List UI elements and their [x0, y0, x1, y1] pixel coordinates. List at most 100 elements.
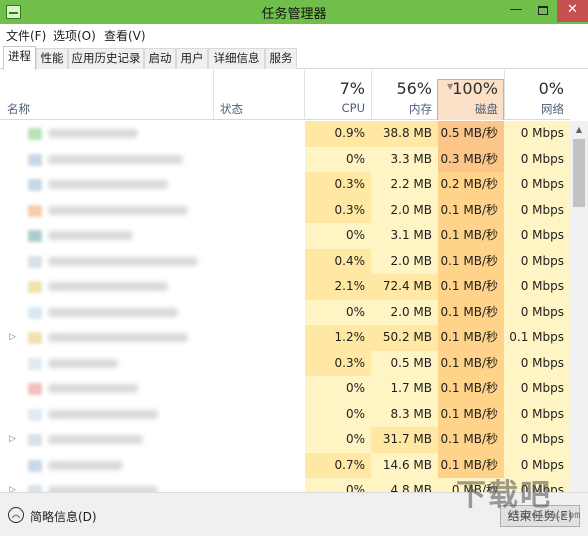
cpu-cell: 0% — [305, 223, 371, 249]
cpu-cell: 2.1% — [305, 274, 371, 300]
scroll-up-icon[interactable]: ▲ — [570, 121, 588, 138]
memory-cell: 14.6 MB — [371, 452, 438, 478]
process-name-blurred — [48, 333, 188, 342]
chevron-up-icon: ︿ — [8, 507, 24, 523]
process-row[interactable]: 0% 1.7 MB 0.1 MB/秒 0 Mbps — [0, 376, 570, 402]
fewer-details-button[interactable]: ︿ 简略信息(D) — [8, 506, 98, 526]
disk-cell: 0.1 MB/秒 — [438, 452, 504, 478]
tab-services[interactable]: 服务 — [265, 48, 297, 69]
menu-options[interactable]: 选项(O) — [53, 27, 96, 44]
process-row[interactable]: 0.9% 38.8 MB 0.5 MB/秒 0 Mbps — [0, 121, 570, 147]
process-icon — [28, 255, 42, 268]
process-icon — [28, 153, 42, 166]
column-cpu[interactable]: CPU — [305, 101, 365, 115]
process-row[interactable]: 0.3% 0.5 MB 0.1 MB/秒 0 Mbps — [0, 350, 570, 376]
memory-cell: 2.0 MB — [371, 197, 438, 223]
process-row[interactable]: 0% 3.3 MB 0.3 MB/秒 0 Mbps — [0, 146, 570, 172]
process-name-blurred — [48, 435, 143, 444]
memory-cell: 0.5 MB — [371, 350, 438, 376]
network-cell: 0.1 Mbps — [504, 325, 570, 351]
process-icon — [28, 357, 42, 370]
process-name-blurred — [48, 358, 118, 368]
network-cell: 0 Mbps — [504, 299, 570, 325]
process-icon — [28, 332, 42, 344]
column-network[interactable]: 网络 — [504, 101, 564, 117]
disk-cell: 0.1 MB/秒 — [438, 299, 504, 325]
fewer-details-label: 简略信息(D) — [30, 510, 97, 524]
process-icon — [28, 459, 42, 472]
memory-cell: 2.0 MB — [371, 248, 438, 274]
column-status[interactable]: 状态 — [220, 101, 243, 117]
process-row[interactable]: 0% 8.3 MB 0.1 MB/秒 0 Mbps — [0, 401, 570, 427]
cpu-cell: 1.2% — [305, 325, 371, 351]
maximize-icon — [538, 6, 548, 15]
cpu-cell: 0.9% — [305, 121, 371, 147]
menu-view[interactable]: 查看(V) — [104, 27, 146, 44]
memory-cell: 4.8 MB — [371, 478, 438, 492]
cpu-cell: 0.7% — [305, 452, 371, 478]
process-list: 0.9% 38.8 MB 0.5 MB/秒 0 Mbps 0% 3.3 MB 0.3 MB/… — [0, 121, 570, 492]
minimize-button[interactable]: — — [503, 0, 529, 22]
memory-percent[interactable]: 56% — [371, 79, 432, 98]
column-memory[interactable]: 内存 — [371, 101, 432, 117]
expand-arrow-icon[interactable]: ▷ — [9, 427, 16, 452]
tab-startup[interactable]: 启动 — [144, 48, 176, 69]
column-disk[interactable]: 磁盘 — [438, 101, 498, 117]
process-name-blurred — [48, 384, 138, 393]
tab-app-history[interactable]: 应用历史记录 — [68, 48, 144, 69]
memory-cell: 8.3 MB — [371, 401, 438, 427]
process-row[interactable]: 2.1% 72.4 MB 0.1 MB/秒 0 Mbps — [0, 274, 570, 300]
memory-cell: 31.7 MB — [371, 427, 438, 453]
memory-cell: 3.1 MB — [371, 223, 438, 249]
memory-cell: 72.4 MB — [371, 274, 438, 300]
process-icon — [28, 281, 42, 293]
process-row[interactable]: ▷ 0% 31.7 MB 0.1 MB/秒 0 Mbps — [0, 427, 570, 453]
disk-cell: 0.1 MB/秒 — [438, 197, 504, 223]
column-name[interactable]: 名称 — [7, 101, 30, 117]
process-row[interactable]: 0% 2.0 MB 0.1 MB/秒 0 Mbps — [0, 299, 570, 325]
footer: ︿ 简略信息(D) 结束任务(E) — [0, 492, 588, 536]
process-row[interactable]: 0.4% 2.0 MB 0.1 MB/秒 0 Mbps — [0, 248, 570, 274]
process-name-blurred — [48, 180, 168, 189]
tab-users[interactable]: 用户 — [176, 48, 208, 69]
disk-cell: 0.1 MB/秒 — [438, 376, 504, 402]
process-row[interactable]: ▷ 1.2% 50.2 MB 0.1 MB/秒 0.1 Mbps — [0, 325, 570, 351]
network-cell: 0 Mbps — [504, 452, 570, 478]
memory-cell: 50.2 MB — [371, 325, 438, 351]
disk-cell: 0.1 MB/秒 — [438, 274, 504, 300]
tab-processes[interactable]: 进程 — [3, 46, 36, 70]
cpu-cell: 0.4% — [305, 248, 371, 274]
process-name-blurred — [48, 282, 168, 291]
expand-arrow-icon[interactable]: ▷ — [9, 478, 16, 492]
end-task-button[interactable]: 结束任务(E) — [500, 505, 580, 527]
cpu-percent[interactable]: 7% — [305, 79, 365, 98]
window-title: 任务管理器 — [261, 7, 327, 22]
disk-cell: 0.1 MB/秒 — [438, 325, 504, 351]
tab-performance[interactable]: 性能 — [36, 48, 68, 69]
scrollbar-thumb[interactable] — [573, 139, 585, 207]
network-cell: 0 Mbps — [504, 274, 570, 300]
close-button[interactable]: ✕ — [557, 0, 588, 22]
process-icon — [28, 230, 42, 242]
maximize-button[interactable] — [530, 0, 556, 22]
menu-file[interactable]: 文件(F) — [6, 27, 46, 44]
process-row[interactable]: 0.7% 14.6 MB 0.1 MB/秒 0 Mbps — [0, 452, 570, 478]
column-divider[interactable] — [213, 70, 214, 120]
process-icon — [28, 179, 42, 191]
process-row[interactable]: 0% 3.1 MB 0.1 MB/秒 0 Mbps — [0, 223, 570, 249]
tab-details[interactable]: 详细信息 — [208, 48, 265, 69]
process-name-blurred — [48, 129, 138, 138]
process-row[interactable]: 0.3% 2.0 MB 0.1 MB/秒 0 Mbps — [0, 197, 570, 223]
process-icon — [28, 408, 42, 421]
cpu-cell: 0.3% — [305, 197, 371, 223]
process-row[interactable]: 0.3% 2.2 MB 0.2 MB/秒 0 Mbps — [0, 172, 570, 198]
expand-arrow-icon[interactable]: ▷ — [9, 325, 16, 350]
process-name-blurred — [48, 409, 158, 419]
cpu-cell: 0.3% — [305, 350, 371, 376]
network-cell: 0 Mbps — [504, 223, 570, 249]
process-row[interactable]: ▷ 0% 4.8 MB 0 MB/秒 0 Mbps — [0, 478, 570, 492]
vertical-scrollbar[interactable]: ▲ — [570, 121, 588, 492]
disk-percent[interactable]: 100% — [438, 79, 498, 98]
network-cell: 0 Mbps — [504, 197, 570, 223]
network-percent[interactable]: 0% — [504, 79, 564, 98]
